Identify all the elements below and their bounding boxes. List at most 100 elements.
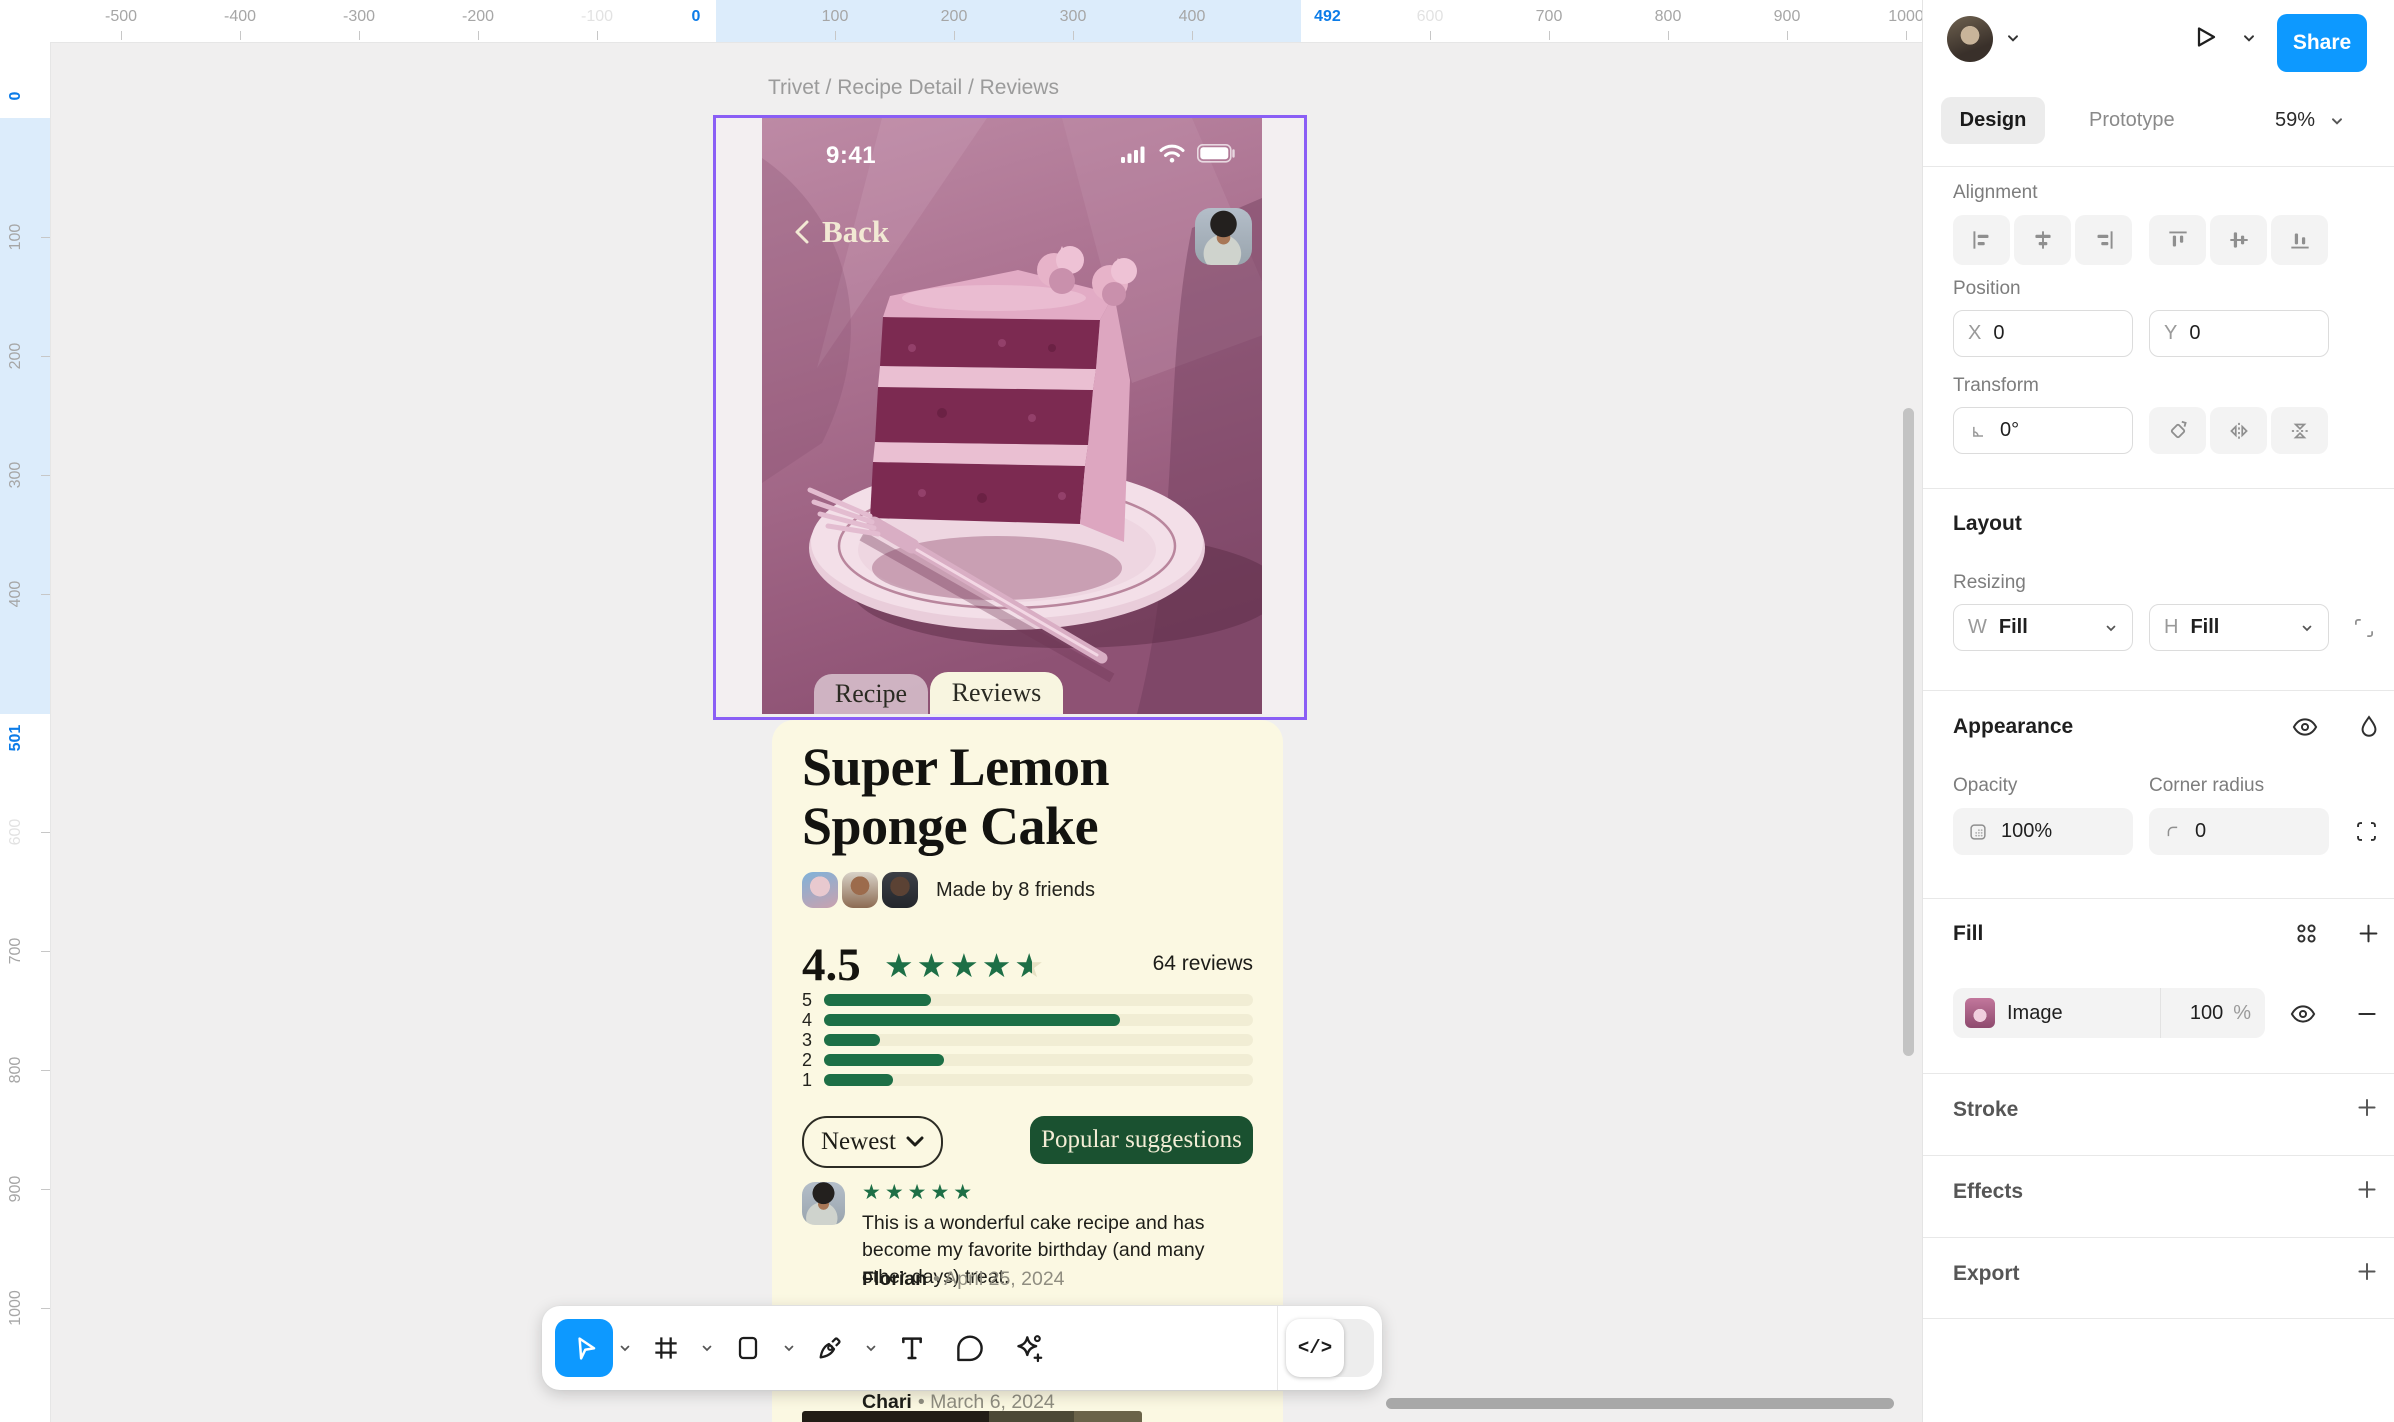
- independent-corners-icon: [2357, 822, 2376, 841]
- ruler-label: 0: [691, 8, 701, 25]
- fill-opacity-value[interactable]: 100: [2161, 1002, 2223, 1025]
- independent-corners-button[interactable]: [2353, 818, 2380, 845]
- align-v-center-icon: [2229, 232, 2248, 248]
- frame-tool-menu[interactable]: [695, 1341, 719, 1355]
- ruler-label: 900: [1773, 8, 1801, 25]
- present-menu[interactable]: [2241, 30, 2257, 46]
- plus-icon: [2358, 1098, 2376, 1116]
- add-stroke-button[interactable]: [2354, 1094, 2380, 1120]
- move-tool[interactable]: [555, 1319, 613, 1377]
- add-fill-button[interactable]: [2355, 920, 2382, 947]
- frame-icon: [655, 1337, 677, 1359]
- pen-tool-menu[interactable]: [859, 1341, 883, 1355]
- rating-summary: 4.5 ★★★★★ ★ 64 reviews: [802, 938, 1253, 991]
- share-button[interactable]: Share: [2277, 14, 2367, 72]
- user-avatar[interactable]: [1195, 208, 1252, 265]
- reviewer-avatar: [802, 1182, 845, 1225]
- fill-visibility-button[interactable]: [2289, 1000, 2317, 1028]
- flip-vertical-button[interactable]: [2271, 407, 2328, 454]
- tab-recipe[interactable]: Recipe: [814, 674, 928, 714]
- account-avatar[interactable]: [1947, 16, 1993, 62]
- opacity-field[interactable]: 100%: [1953, 808, 2133, 855]
- move-tool-menu[interactable]: [613, 1341, 637, 1355]
- remove-fill-button[interactable]: [2353, 1000, 2381, 1028]
- wifi-icon: [1159, 144, 1185, 163]
- rating-bar-row: 2: [802, 1050, 1253, 1070]
- width-resizing-dropdown[interactable]: W Fill: [1953, 604, 2133, 651]
- image-fill-thumbnail[interactable]: [1965, 998, 1995, 1028]
- text-tool[interactable]: [883, 1319, 941, 1377]
- tab-reviews[interactable]: Reviews: [930, 672, 1063, 714]
- popular-suggestions-button[interactable]: Popular suggestions: [1030, 1116, 1253, 1164]
- ruler-label: -100: [580, 8, 614, 25]
- comment-bubble-icon: [957, 1335, 983, 1362]
- x-position-field[interactable]: X0: [1953, 310, 2133, 357]
- ruler-label: 800: [7, 1056, 24, 1084]
- align-top-button[interactable]: [2149, 215, 2206, 265]
- vertical-scrollbar[interactable]: [1903, 408, 1914, 1056]
- visibility-button[interactable]: [2291, 713, 2319, 741]
- corner-radius-field[interactable]: 0: [2149, 808, 2329, 855]
- ruler-label: 400: [1178, 8, 1206, 25]
- friend-avatar: [882, 872, 918, 908]
- account-menu[interactable]: [2005, 30, 2021, 46]
- corner-radius-label: Corner radius: [2149, 775, 2265, 796]
- chevron-down-icon: [784, 1345, 794, 1352]
- align-h-center-button[interactable]: [2014, 215, 2071, 265]
- phone-frame[interactable]: 9:41 Back Recipe Reviews: [716, 118, 1301, 714]
- horizontal-ruler[interactable]: -500 -400 -300 -200 -100 0 100 200 300 400 492 600 7…: [0, 0, 1924, 43]
- frame-title-label[interactable]: Trivet / Recipe Detail / Reviews: [768, 76, 1059, 100]
- height-resizing-dropdown[interactable]: H Fill: [2149, 604, 2329, 651]
- flip-horizontal-button[interactable]: [2210, 407, 2267, 454]
- rotation-field[interactable]: 0°: [1953, 407, 2133, 454]
- rotate-button[interactable]: [2149, 407, 2206, 454]
- ruler-tick: [597, 31, 598, 40]
- blend-mode-button[interactable]: [2355, 713, 2383, 741]
- toolbar: </>: [542, 1306, 1382, 1390]
- zoom-control[interactable]: 59%: [2275, 97, 2345, 144]
- shape-tool-menu[interactable]: [777, 1341, 801, 1355]
- add-effect-button[interactable]: [2354, 1176, 2380, 1202]
- fill-opacity-unit: %: [2233, 1001, 2251, 1024]
- canvas[interactable]: Trivet / Recipe Detail / Reviews 9:41 Ba…: [0, 0, 1924, 1422]
- chevron-down-icon: [906, 1136, 924, 1147]
- shape-tool[interactable]: [719, 1319, 777, 1377]
- rating-bar-label: 1: [802, 1069, 813, 1090]
- frame-tool[interactable]: [637, 1319, 695, 1377]
- align-right-button[interactable]: [2075, 215, 2132, 265]
- rectangle-icon: [738, 1336, 758, 1360]
- horizontal-scrollbar[interactable]: [1386, 1398, 1894, 1409]
- ruler-label: 200: [7, 342, 24, 370]
- back-button[interactable]: Back: [792, 214, 889, 250]
- dev-mode-toggle[interactable]: </>: [1286, 1319, 1374, 1377]
- align-left-button[interactable]: [1953, 215, 2010, 265]
- align-bottom-button[interactable]: [2271, 215, 2328, 265]
- fill-styles-button[interactable]: [2293, 920, 2320, 947]
- status-icons: [1121, 144, 1237, 163]
- review-stars: ★★★★★: [862, 1181, 977, 1204]
- minus-icon: [2358, 1012, 2376, 1016]
- vertical-ruler[interactable]: 0 100 200 300 400 501 600 700 800 900 1000: [0, 42, 51, 1422]
- pen-tool[interactable]: [801, 1319, 859, 1377]
- fill-row[interactable]: Image 100 %: [1953, 988, 2265, 1038]
- chevron-down-icon: [702, 1345, 712, 1352]
- actions-tool[interactable]: [999, 1319, 1057, 1377]
- add-export-button[interactable]: [2354, 1258, 2380, 1284]
- align-bottom-icon: [2290, 233, 2309, 249]
- align-v-center-button[interactable]: [2210, 215, 2267, 265]
- position-label: Position: [1953, 278, 2021, 299]
- y-position-field[interactable]: Y0: [2149, 310, 2329, 357]
- battery-icon: [1197, 144, 1235, 163]
- rating-bar-track: [824, 1014, 1253, 1026]
- tab-design[interactable]: Design: [1941, 97, 2045, 144]
- present-button[interactable]: [2189, 22, 2219, 52]
- ruler-label: 700: [1535, 8, 1563, 25]
- comment-tool[interactable]: [941, 1319, 999, 1377]
- transform-label: Transform: [1953, 375, 2039, 396]
- tab-prototype[interactable]: Prototype: [2073, 97, 2191, 144]
- ruler-label: 100: [7, 223, 24, 251]
- sort-dropdown[interactable]: Newest: [802, 1116, 943, 1168]
- constraints-button[interactable]: [2351, 615, 2377, 641]
- resizing-label: Resizing: [1953, 572, 2026, 593]
- ruler-label: -200: [461, 8, 495, 25]
